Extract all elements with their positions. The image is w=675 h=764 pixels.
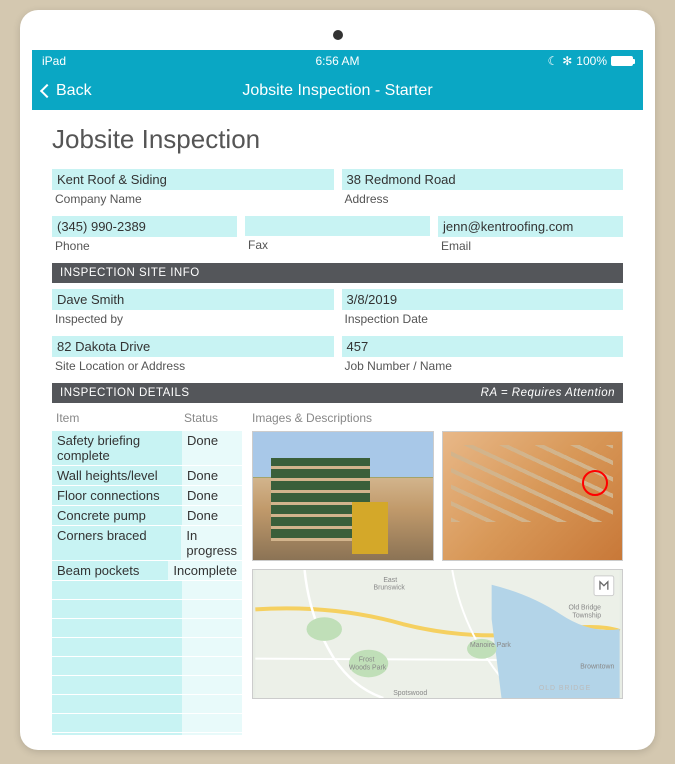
phone-label: Phone: [52, 239, 237, 253]
section-site-info-label: INSPECTION SITE INFO: [60, 267, 200, 279]
chevron-left-icon: [40, 84, 54, 98]
inspected-by-input[interactable]: Dave Smith: [52, 289, 334, 310]
svg-text:Frost: Frost: [359, 657, 375, 664]
table-row[interactable]: Beam pocketsIncomplete: [52, 561, 242, 581]
item-cell: Wall heights/level: [52, 466, 182, 486]
status-cell: Done: [182, 486, 242, 506]
site-location-input[interactable]: 82 Dakota Drive: [52, 336, 334, 357]
phone-input[interactable]: (345) 990-2389: [52, 216, 237, 237]
fax-input[interactable]: [245, 216, 430, 236]
col-header-status: Status: [184, 411, 238, 425]
item-cell: Concrete pump: [52, 506, 182, 526]
item-cell: [52, 600, 182, 619]
item-cell: [52, 733, 182, 735]
jobsite-photo-2[interactable]: [442, 431, 624, 561]
table-row[interactable]: [52, 600, 242, 619]
section-site-info: INSPECTION SITE INFO: [52, 263, 623, 283]
status-time: 6:56 AM: [239, 54, 436, 68]
item-cell: [52, 657, 182, 676]
address-input[interactable]: 38 Redmond Road: [342, 169, 624, 190]
nav-bar: Back Jobsite Inspection - Starter: [32, 72, 643, 110]
svg-text:Spotswood: Spotswood: [393, 690, 427, 697]
company-input[interactable]: Kent Roof & Siding: [52, 169, 334, 190]
ra-note: RA = Requires Attention: [481, 387, 615, 399]
item-cell: Beam pockets: [52, 561, 168, 581]
table-row[interactable]: [52, 619, 242, 638]
item-cell: [52, 676, 182, 695]
section-details-label: INSPECTION DETAILS: [60, 387, 190, 399]
inspection-date-label: Inspection Date: [342, 312, 624, 326]
battery-percent: 100%: [576, 54, 607, 68]
table-row[interactable]: [52, 733, 242, 735]
address-label: Address: [342, 192, 624, 206]
section-details: INSPECTION DETAILS RA = Requires Attenti…: [52, 383, 623, 403]
table-row[interactable]: [52, 657, 242, 676]
device-label: iPad: [42, 54, 239, 68]
status-cell: [182, 600, 242, 619]
table-row[interactable]: [52, 581, 242, 600]
bluetooth-icon: ✻: [562, 54, 572, 68]
inspection-date-input[interactable]: 3/8/2019: [342, 289, 624, 310]
svg-text:East: East: [383, 577, 397, 584]
svg-text:OLD BRIDGE: OLD BRIDGE: [539, 685, 591, 692]
battery-icon: [611, 56, 633, 66]
email-label: Email: [438, 239, 623, 253]
inspection-items-table: Item Status Safety briefing completeDone…: [52, 409, 242, 735]
status-cell: [182, 714, 242, 733]
status-cell: [182, 657, 242, 676]
email-input[interactable]: jenn@kentroofing.com: [438, 216, 623, 237]
jobsite-photo-1[interactable]: [252, 431, 434, 561]
back-button[interactable]: Back: [42, 82, 92, 100]
item-cell: Safety briefing complete: [52, 431, 182, 466]
col-header-images: Images & Descriptions: [252, 409, 623, 431]
table-row[interactable]: [52, 695, 242, 714]
table-row[interactable]: [52, 714, 242, 733]
item-cell: [52, 638, 182, 657]
svg-text:Old Bridge: Old Bridge: [568, 604, 601, 611]
item-cell: [52, 695, 182, 714]
table-row[interactable]: Corners bracedIn progress: [52, 526, 242, 561]
nav-title: Jobsite Inspection - Starter: [242, 82, 432, 100]
col-header-item: Item: [56, 411, 184, 425]
inspected-by-label: Inspected by: [52, 312, 334, 326]
page-title: Jobsite Inspection: [52, 124, 623, 155]
table-row[interactable]: Wall heights/levelDone: [52, 466, 242, 486]
device-camera: [333, 30, 343, 40]
item-cell: [52, 619, 182, 638]
back-label: Back: [56, 82, 92, 100]
item-cell: [52, 714, 182, 733]
company-label: Company Name: [52, 192, 334, 206]
moon-icon: ☾: [547, 54, 558, 68]
item-cell: Floor connections: [52, 486, 182, 506]
location-map[interactable]: East Brunswick Frost Woods Park Spotswoo…: [252, 569, 623, 699]
status-cell: Incomplete: [168, 561, 242, 581]
status-bar: iPad 6:56 AM ☾ ✻ 100%: [32, 50, 643, 72]
status-cell: [182, 581, 242, 600]
table-row[interactable]: [52, 676, 242, 695]
status-cell: [182, 733, 242, 735]
table-row[interactable]: Concrete pumpDone: [52, 506, 242, 526]
status-cell: In progress: [181, 526, 242, 561]
item-cell: [52, 581, 182, 600]
status-cell: Done: [182, 466, 242, 486]
table-row[interactable]: [52, 638, 242, 657]
svg-text:Brunswick: Brunswick: [374, 585, 406, 592]
status-cell: [182, 676, 242, 695]
item-cell: Corners braced: [52, 526, 181, 561]
status-cell: [182, 638, 242, 657]
svg-text:Manoire Park: Manoire Park: [470, 642, 511, 649]
table-row[interactable]: Safety briefing completeDone: [52, 431, 242, 466]
status-cell: [182, 619, 242, 638]
table-row[interactable]: Floor connectionsDone: [52, 486, 242, 506]
job-number-label: Job Number / Name: [342, 359, 624, 373]
status-cell: [182, 695, 242, 714]
status-cell: Done: [182, 431, 242, 466]
status-cell: Done: [182, 506, 242, 526]
site-location-label: Site Location or Address: [52, 359, 334, 373]
job-number-input[interactable]: 457: [342, 336, 624, 357]
fax-label: Fax: [245, 238, 430, 252]
svg-text:Woods Park: Woods Park: [349, 664, 387, 671]
svg-text:Browntown: Browntown: [580, 663, 614, 670]
svg-text:Township: Township: [572, 612, 601, 619]
